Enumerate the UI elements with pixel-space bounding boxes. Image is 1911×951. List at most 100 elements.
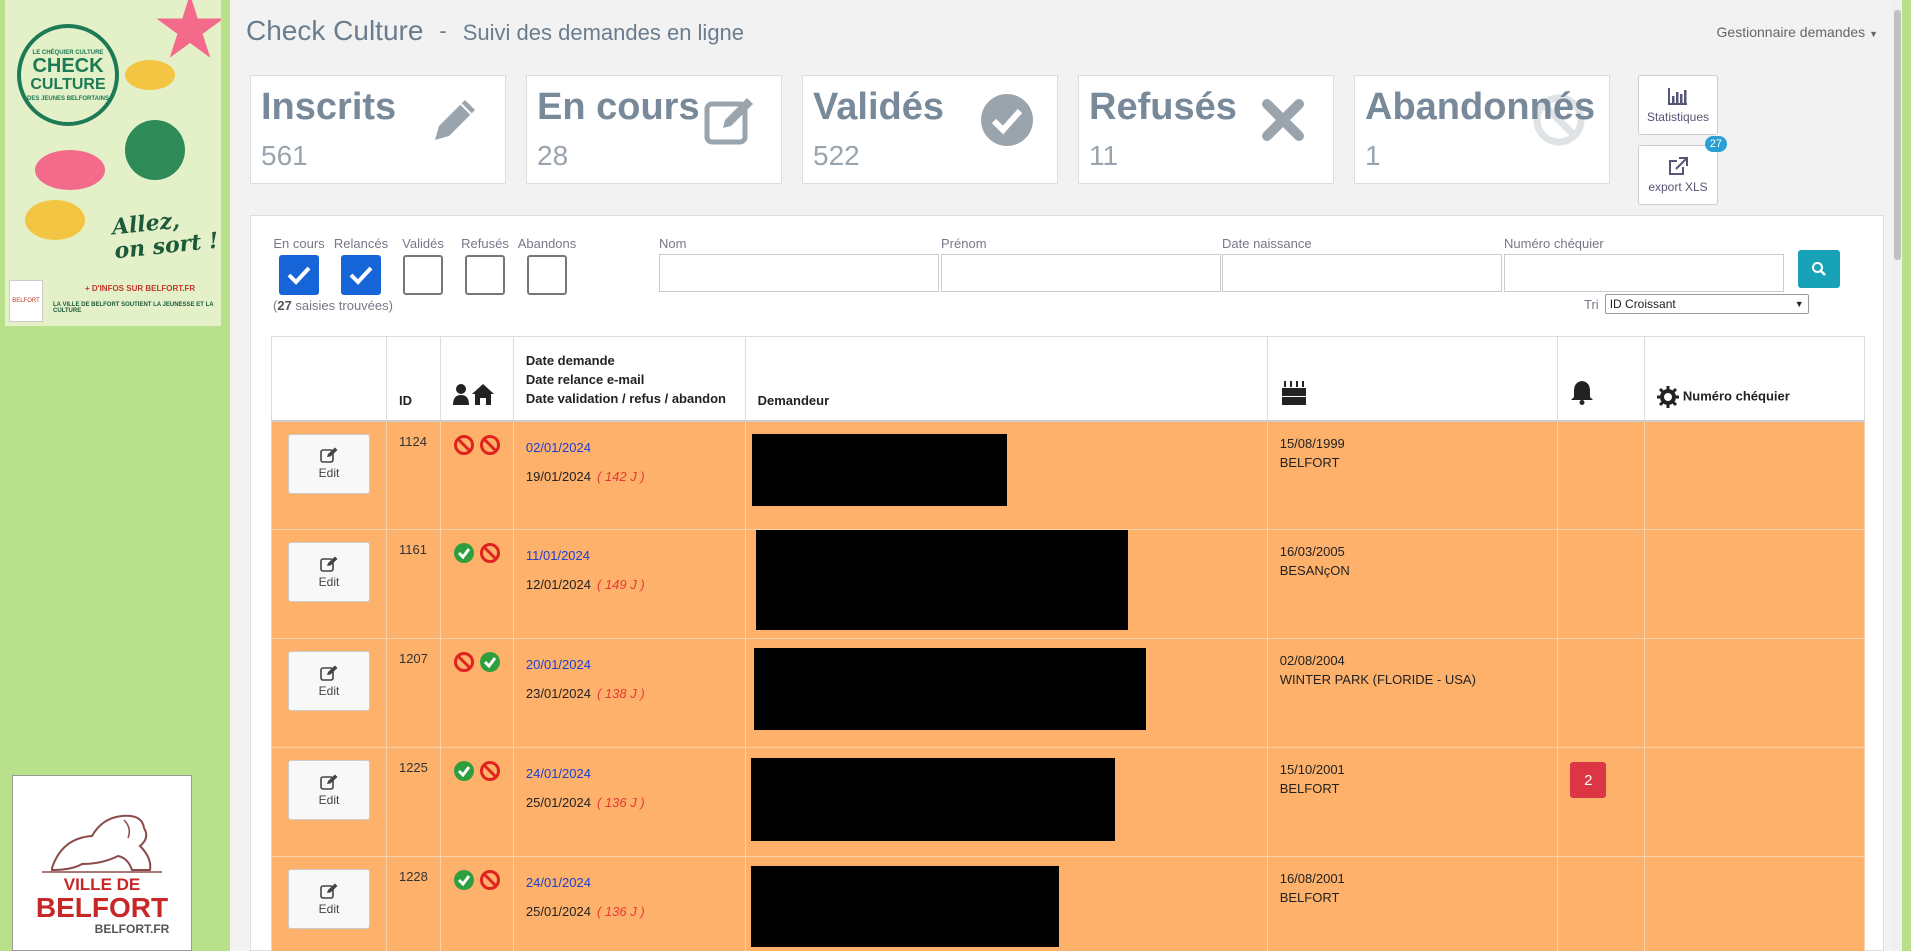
tile-label: En cours (537, 86, 700, 128)
poster-slogan: Allez, on sort ! (111, 205, 220, 264)
edit-icon (320, 774, 338, 790)
row-id-cell: 1228 (385, 856, 441, 951)
row-demandeur-cell (744, 856, 1268, 951)
days-elapsed: ( 138 J ) (596, 686, 645, 701)
edit-icon (704, 98, 753, 145)
tile-refuses[interactable]: Refusés 11 (1078, 75, 1334, 184)
tile-label: Validés (813, 86, 944, 128)
days-elapsed: ( 136 J ) (596, 904, 645, 919)
scrollbar-thumb[interactable] (1894, 10, 1901, 260)
date-demande[interactable]: 24/01/2024 (526, 875, 733, 890)
badge-line2: CULTURE (30, 76, 106, 93)
tile-inscrits[interactable]: Inscrits 561 (250, 75, 506, 184)
col-dates-line3: Date validation / refus / abandon (525, 390, 726, 406)
tile-valides[interactable]: Validés 522 (802, 75, 1058, 184)
user-menu-dropdown[interactable]: Gestionnaire demandes ▼ (1717, 24, 1878, 40)
date-demande[interactable]: 20/01/2024 (526, 657, 733, 672)
status-ok-icon (453, 870, 474, 890)
row-dates-cell: 20/01/2024 23/01/2024 ( 138 J ) (512, 638, 746, 748)
edit-icon (320, 665, 338, 681)
col-status (439, 336, 514, 422)
filter-checkbox[interactable] (341, 255, 381, 295)
date-demande[interactable]: 02/01/2024 (526, 440, 733, 455)
date-second-line: 19/01/2024 ( 142 J ) (526, 469, 733, 484)
days-elapsed: ( 136 J ) (596, 795, 645, 810)
date-demande[interactable]: 11/01/2024 (526, 548, 733, 563)
edit-button[interactable]: Edit (287, 433, 370, 494)
edit-label: Edit (318, 901, 340, 916)
page-scrollbar[interactable] (1893, 0, 1902, 951)
decoration-blob (35, 150, 105, 190)
col-actions (271, 336, 387, 422)
date-second-line: 25/01/2024 ( 136 J ) (526, 795, 733, 810)
filter-en-cours: En cours (271, 236, 327, 295)
col-numero: Numéro chéquier (1644, 336, 1865, 422)
numero-cheque-input[interactable] (1504, 254, 1784, 292)
filter-label: Validés (402, 236, 444, 251)
row-demandeur-cell (744, 420, 1268, 530)
row-actions-cell: Edit (271, 856, 387, 951)
app-brand[interactable]: Check Culture (246, 15, 423, 47)
row-status-cell (439, 420, 514, 530)
status-icons (453, 869, 501, 891)
tile-en-cours[interactable]: En cours 28 (526, 75, 782, 184)
caret-down-icon: ▼ (1869, 29, 1878, 39)
filter-checkbox[interactable] (465, 255, 505, 295)
sort-select[interactable]: ID Croissant ▼ (1604, 294, 1809, 314)
check-circle-icon (981, 94, 1033, 146)
notification-badge[interactable]: 2 (1570, 762, 1607, 798)
tile-abandonnes[interactable]: Abandonnés 1 (1354, 75, 1610, 184)
filter-label: Relancés (333, 236, 389, 251)
row-actions-cell: Edit (271, 529, 387, 639)
edit-button[interactable]: Edit (287, 651, 370, 711)
nom-input[interactable] (659, 254, 939, 292)
row-numero-cell (1644, 638, 1865, 748)
col-notifications (1557, 336, 1646, 422)
row-numero-cell (1644, 856, 1865, 951)
birth-city: BESANçON (1279, 563, 1350, 578)
checkmark-icon (287, 266, 311, 285)
edit-button[interactable]: Edit (287, 869, 370, 929)
col-id[interactable]: ID (385, 336, 441, 422)
edit-button[interactable]: Edit (287, 542, 370, 602)
col-id-label: ID (398, 392, 412, 408)
edit-button[interactable]: Edit (287, 760, 370, 820)
row-status-cell (439, 638, 514, 748)
date-demande[interactable]: 24/01/2024 (526, 766, 733, 781)
row-birth-cell: 02/08/2004 WINTER PARK (FLORIDE - USA) (1266, 638, 1559, 748)
export-xls-button[interactable]: export XLS 27 (1638, 136, 1727, 205)
birth-date: 15/08/1999 (1279, 435, 1345, 451)
row-notif-cell: 2 (1557, 747, 1646, 857)
date-naissance-input[interactable] (1222, 254, 1502, 292)
table-row[interactable]: Edit 1225 24/01/2024 25/01/2024 ( 136 J ) 15/… (271, 747, 1865, 857)
check-culture-poster: LE CHÉQUIER CULTURE CHECK CULTURE DES JE… (5, 0, 221, 326)
nom-label: Nom (659, 236, 687, 251)
page-subtitle: Suivi des demandes en ligne (462, 20, 745, 45)
filter-valides: Validés (395, 236, 451, 295)
statistics-button[interactable]: Statistiques (1638, 75, 1718, 135)
filter-checkbox[interactable] (403, 255, 443, 295)
prenom-input[interactable] (941, 254, 1221, 292)
col-dates-line2: Date relance e-mail (525, 371, 645, 387)
table-row[interactable]: Edit 1228 24/01/2024 25/01/2024 ( 136 J ) 16/… (271, 856, 1865, 951)
export-label: export XLS (1648, 180, 1708, 194)
row-id: 1228 (398, 869, 428, 884)
filter-abandons: Abandons (517, 236, 577, 295)
search-button[interactable] (1798, 250, 1840, 288)
found-suffix: saisies trouvées) (291, 298, 393, 313)
table-row[interactable]: Edit 1124 02/01/2024 19/01/2024 ( 142 J ) 15/… (271, 420, 1865, 530)
prenom-field: Prénom (941, 236, 1221, 292)
tile-count: 28 (537, 140, 569, 171)
status-ban-icon (479, 543, 500, 563)
filter-checkbox[interactable] (527, 255, 567, 295)
date-second-line: 25/01/2024 ( 136 J ) (526, 904, 733, 919)
date-second: 19/01/2024 (525, 468, 591, 484)
table-row[interactable]: Edit 1207 20/01/2024 23/01/2024 ( 138 J ) 02/… (271, 638, 1865, 748)
bar-chart-icon (1668, 88, 1687, 105)
table-row[interactable]: Edit 1161 11/01/2024 12/01/2024 ( 149 J ) 16/… (271, 529, 1865, 639)
row-id-cell: 1124 (385, 420, 441, 530)
filter-relances: Relancés (333, 236, 389, 295)
ville-line2: BELFORT (35, 892, 169, 923)
filter-label: Abandons (517, 236, 577, 251)
filter-checkbox[interactable] (279, 255, 319, 295)
